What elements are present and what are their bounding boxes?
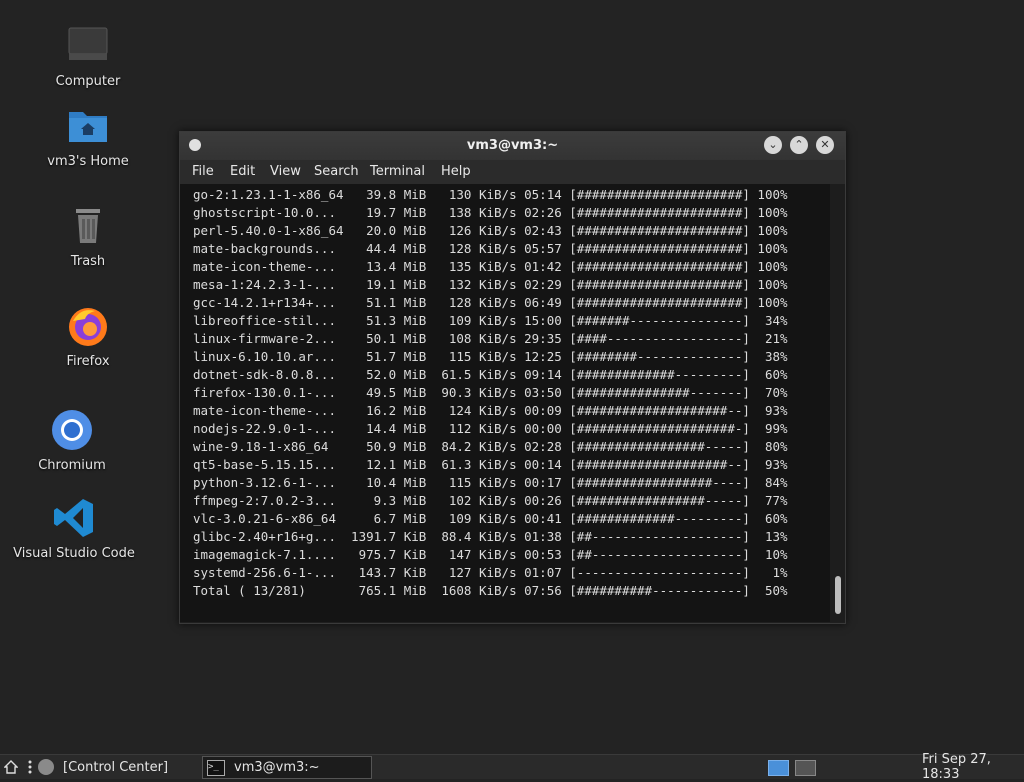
terminal-line: mate-icon-theme-... 16.2 MiB 124 KiB/s 0… [193,403,788,418]
terminal-line: wine-9.18-1-x86_64 50.9 MiB 84.2 KiB/s 0… [193,439,788,454]
control-center-icon [38,759,54,775]
terminal-line: libreoffice-stil... 51.3 MiB 109 KiB/s 1… [193,313,788,328]
desktop-icon-label: Visual Studio Code [13,546,135,561]
taskbar-window-label: vm3@vm3:~ [234,760,320,775]
desktop-icon-label: Firefox [66,354,110,369]
terminal-line: mate-icon-theme-... 13.4 MiB 135 KiB/s 0… [193,259,788,274]
trash-icon [66,204,110,248]
desktop-icon-firefox[interactable]: Firefox [58,304,118,369]
terminal-line: linux-firmware-2... 50.1 MiB 108 KiB/s 2… [193,331,788,346]
desktop-icon-label: Chromium [38,458,106,473]
desktop-icon-home[interactable]: vm3's Home [46,104,130,169]
menu-view[interactable]: View [270,164,301,179]
desktop-icon-chromium[interactable]: Chromium [36,408,108,473]
chromium-icon [50,408,94,452]
terminal-menubar: File Edit View Search Terminal Help [180,160,845,184]
terminal-line: linux-6.10.10.ar... 51.7 MiB 115 KiB/s 1… [193,349,788,364]
vscode-icon [52,496,96,540]
menu-search[interactable]: Search [314,164,359,179]
control-center-label: [Control Center] [63,759,169,775]
terminal-line: glibc-2.40+r16+g... 1391.7 KiB 88.4 KiB/… [193,529,788,544]
terminal-line: ffmpeg-2:7.0.2-3... 9.3 MiB 102 KiB/s 00… [193,493,788,508]
desktop-icon-label: Trash [70,254,106,269]
menu-help[interactable]: Help [441,164,471,179]
taskbar: [Control Center] >_ vm3@vm3:~ Fri Sep 27… [0,752,1024,782]
terminal-scrollbar[interactable] [830,184,845,622]
desktop-icon-label: vm3's Home [47,154,129,169]
desktop-icon-computer[interactable]: Computer [50,24,126,89]
terminal-line: perl-5.40.0-1-x86_64 20.0 MiB 126 KiB/s … [193,223,788,238]
computer-icon [66,24,110,68]
terminal-line: mate-backgrounds... 44.4 MiB 128 KiB/s 0… [193,241,788,256]
terminal-line: dotnet-sdk-8.0.8... 52.0 MiB 61.5 KiB/s … [193,367,788,382]
terminal-line: imagemagick-7.1.... 975.7 KiB 147 KiB/s … [193,547,788,562]
menu-terminal[interactable]: Terminal [370,164,425,179]
terminal-line: systemd-256.6-1-... 143.7 KiB 127 KiB/s … [193,565,788,580]
workspace-2[interactable] [795,760,816,776]
terminal-line: nodejs-22.9.0-1-... 14.4 MiB 112 KiB/s 0… [193,421,788,436]
close-icon[interactable]: ✕ [816,136,834,154]
taskbar-handle-icon[interactable] [27,755,33,779]
window-title: vm3@vm3:~ [466,138,559,153]
terminal-line: ghostscript-10.0... 19.7 MiB 138 KiB/s 0… [193,205,788,220]
terminal-line: python-3.12.6-1-... 10.4 MiB 115 KiB/s 0… [193,475,788,490]
show-desktop-icon[interactable] [4,755,18,779]
terminal-line: mesa-1:24.2.3-1-... 19.1 MiB 132 KiB/s 0… [193,277,788,292]
terminal-icon: >_ [207,759,225,776]
terminal-window[interactable]: vm3@vm3:~ ⌄ ⌃ ✕ File Edit View Search Te… [179,131,846,624]
menu-file[interactable]: File [192,164,214,179]
firefox-icon [66,304,110,348]
taskbar-window-button[interactable]: >_ vm3@vm3:~ [202,756,372,779]
desktop-icon-vscode[interactable]: Visual Studio Code [13,496,135,561]
scrollbar-thumb[interactable] [835,576,841,614]
terminal-line: Total ( 13/281) 765.1 MiB 1608 KiB/s 07:… [193,583,788,598]
desktop-icon-trash[interactable]: Trash [58,204,118,269]
terminal-line: gcc-14.2.1+r134+... 51.1 MiB 128 KiB/s 0… [193,295,788,310]
terminal-output[interactable]: go-2:1.23.1-1-x86_64 39.8 MiB 130 KiB/s … [180,184,830,622]
desktop-icon-label: Computer [55,74,121,89]
control-center-launcher[interactable]: [Control Center] [38,755,168,779]
terminal-line: qt5-base-5.15.15... 12.1 MiB 61.3 KiB/s … [193,457,788,472]
clock[interactable]: Fri Sep 27, 18:33 [922,752,1024,782]
terminal-line: firefox-130.0.1-... 49.5 MiB 90.3 KiB/s … [193,385,788,400]
workspace-1[interactable] [768,760,789,776]
home-folder-icon [66,104,110,148]
window-titlebar[interactable]: vm3@vm3:~ ⌄ ⌃ ✕ [180,132,845,160]
menu-edit[interactable]: Edit [230,164,255,179]
maximize-icon[interactable]: ⌃ [790,136,808,154]
minimize-icon[interactable]: ⌄ [764,136,782,154]
terminal-line: vlc-3.0.21-6-x86_64 6.7 MiB 109 KiB/s 00… [193,511,788,526]
terminal-line: go-2:1.23.1-1-x86_64 39.8 MiB 130 KiB/s … [193,187,788,202]
